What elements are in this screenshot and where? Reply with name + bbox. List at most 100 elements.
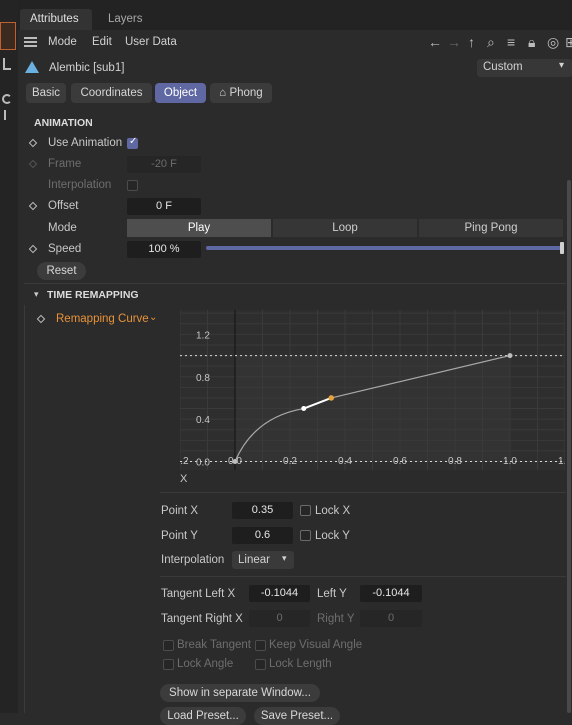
- lock-icon[interactable]: 🔒︎: [528, 34, 535, 50]
- tab-layers-label[interactable]: Layers: [108, 13, 143, 25]
- lock-y-label: Lock Y: [315, 530, 350, 542]
- tangent-left-x-field[interactable]: -0.1044: [249, 585, 310, 602]
- tangent-right-x-field: 0: [249, 610, 310, 627]
- x-axis-label: X: [180, 473, 188, 485]
- x-tick-label: 0.6: [393, 456, 407, 467]
- keyframe-frame: [28, 159, 38, 169]
- up-arrow-icon[interactable]: ↑: [468, 34, 475, 50]
- keyframe-remapping-curve[interactable]: [36, 314, 46, 324]
- rotate-tool-icon[interactable]: [2, 94, 12, 104]
- y-tick-label: 0.4: [196, 415, 210, 426]
- keyframe-offset[interactable]: [28, 201, 38, 211]
- move-tool-icon[interactable]: [3, 58, 11, 70]
- tab-phong-label: Phong: [229, 87, 263, 99]
- checkmark-icon: ✓: [129, 136, 138, 147]
- point-x-field[interactable]: 0.35: [232, 502, 293, 519]
- tangent-right-x-label: Tangent Right X: [161, 613, 243, 625]
- target-icon[interactable]: ◎: [547, 34, 559, 50]
- tab-basic-label: Basic: [31, 87, 61, 99]
- reset-button[interactable]: Reset: [37, 262, 86, 280]
- remapping-curve-graph[interactable]: 1.20.80.40.0-0.20.00.20.40.60.81.01.2: [180, 310, 565, 470]
- interp-chevron-icon: ▾: [282, 553, 287, 563]
- back-arrow-icon[interactable]: ←: [428, 34, 442, 50]
- menu-edit[interactable]: Edit: [92, 36, 112, 48]
- section-divider: [24, 283, 566, 284]
- tab-object-label: Object: [163, 87, 198, 99]
- hamburger-icon[interactable]: [24, 37, 37, 39]
- divider-graph: [160, 492, 566, 493]
- keep-visual-angle-label: Keep Visual Angle: [269, 639, 363, 651]
- speed-slider-track[interactable]: [206, 246, 562, 250]
- speed-slider-handle[interactable]: [560, 242, 564, 254]
- show-separate-window-button[interactable]: Show in separate Window...: [160, 684, 320, 702]
- keyframe-use-animation[interactable]: [28, 138, 38, 148]
- scrollbar-thumb[interactable]: [567, 180, 571, 713]
- curve-end-point: [507, 353, 513, 359]
- save-preset-button[interactable]: Save Preset...: [254, 707, 340, 725]
- offset-label: Offset: [48, 200, 79, 212]
- interpolation-checkbox: [127, 180, 138, 191]
- scale-tool-icon[interactable]: [4, 110, 10, 120]
- interpolation-label: Interpolation: [48, 179, 112, 191]
- section-indent-line: [24, 305, 25, 713]
- keyframe-speed[interactable]: [28, 244, 38, 254]
- selected-curve-point: [328, 395, 335, 401]
- x-tick-label: 0.2: [283, 456, 297, 467]
- y-tick-label: 0.0: [196, 458, 210, 469]
- tab-coordinates[interactable]: Coordinates: [71, 83, 152, 103]
- preset-dropdown[interactable]: Custom ▾: [477, 59, 572, 77]
- speed-field[interactable]: 100 %: [127, 241, 201, 258]
- lock-x-checkbox[interactable]: [300, 505, 311, 516]
- point-y-field[interactable]: 0.6: [232, 527, 293, 544]
- menu-mode[interactable]: Mode: [48, 36, 77, 48]
- right-y-field: 0: [360, 610, 422, 627]
- alembic-object-icon: [25, 61, 39, 73]
- animation-header: ANIMATION: [34, 117, 93, 129]
- interp-dropdown[interactable]: Linear ▾: [232, 551, 294, 569]
- lock-angle-label: Lock Angle: [177, 658, 234, 670]
- point-y-label: Point Y: [161, 530, 198, 542]
- x-tick-label: 0.4: [338, 456, 352, 467]
- mode-ping-pong-button[interactable]: Ping Pong: [419, 219, 563, 237]
- left-y-label: Left Y: [317, 588, 347, 600]
- lock-y-checkbox[interactable]: [300, 530, 311, 541]
- left-y-field[interactable]: -0.1044: [360, 585, 422, 602]
- y-tick-label: 1.2: [196, 330, 210, 341]
- frame-label: Frame: [48, 158, 82, 170]
- interp-value: Linear: [238, 554, 270, 566]
- tangent-handle-point: [301, 406, 307, 412]
- phong-icon: ⌂: [219, 87, 230, 99]
- break-tangent-checkbox: [163, 640, 174, 651]
- lock-x-label: Lock X: [315, 505, 351, 517]
- y-tick-label: 0.8: [196, 373, 210, 384]
- top-tab-bar: [18, 0, 572, 30]
- tab-phong[interactable]: ⌂ Phong: [210, 83, 272, 103]
- add-icon[interactable]: ⊞: [565, 34, 572, 50]
- use-animation-checkbox[interactable]: ✓: [127, 136, 138, 149]
- mode-loop-button[interactable]: Loop: [273, 219, 417, 237]
- filter-icon[interactable]: ≡: [507, 34, 515, 50]
- curve-expand-chevron-icon[interactable]: ⌄: [149, 312, 157, 323]
- tab-basic[interactable]: Basic: [26, 83, 66, 103]
- mode-play-button[interactable]: Play: [127, 219, 271, 237]
- left-tool-strip: [0, 0, 18, 713]
- use-animation-label: Use Animation: [48, 137, 123, 149]
- x-tick-label: -0.2: [180, 456, 189, 467]
- search-icon[interactable]: ⌕: [487, 34, 495, 50]
- collapse-chevron-icon[interactable]: ▾: [34, 289, 39, 300]
- remapping-curve-label[interactable]: Remapping Curve: [56, 313, 149, 325]
- point-x-label: Point X: [161, 505, 199, 517]
- mode-label: Mode: [48, 222, 77, 234]
- frame-field: -20 F: [127, 156, 201, 173]
- speed-label: Speed: [48, 243, 82, 255]
- tab-coordinates-label: Coordinates: [80, 87, 143, 99]
- load-preset-button[interactable]: Load Preset...: [160, 707, 246, 725]
- x-tick-label: 0.8: [448, 456, 462, 467]
- menu-user-data[interactable]: User Data: [125, 36, 177, 48]
- interp-label: Interpolation: [161, 554, 225, 566]
- offset-field[interactable]: 0 F: [127, 198, 201, 215]
- tab-object[interactable]: Object: [155, 83, 206, 103]
- forward-arrow-icon[interactable]: →: [447, 34, 461, 50]
- cube-tool-icon[interactable]: [0, 22, 16, 50]
- object-title: Alembic [sub1]: [49, 62, 125, 74]
